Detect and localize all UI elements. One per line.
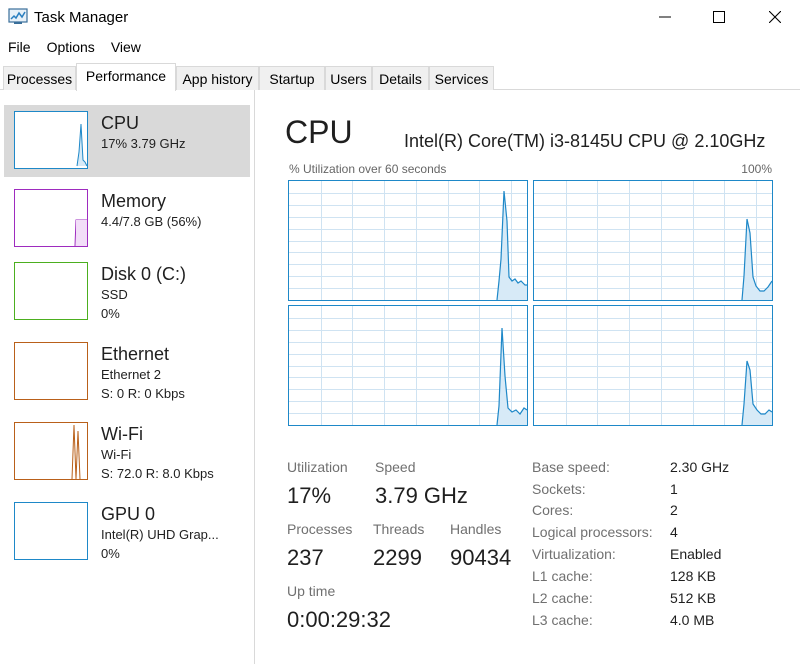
minimize-icon xyxy=(659,16,671,18)
memory-thumbnail-graph xyxy=(14,189,88,247)
menu-file[interactable]: File xyxy=(0,36,39,60)
utilization-value: 17% xyxy=(287,483,332,508)
tab-users[interactable]: Users xyxy=(325,66,372,90)
disk-thumbnail-graph xyxy=(14,262,88,320)
task-manager-icon xyxy=(8,8,28,26)
threads-value: 2299 xyxy=(373,545,422,570)
menu-view[interactable]: View xyxy=(103,36,149,60)
threads-label: Threads xyxy=(373,521,425,537)
spec-value-base-speed: 2.30 GHz xyxy=(670,459,730,475)
sidebar-item-throughput: S: 0 R: 0 Kbps xyxy=(101,386,185,401)
tab-bar: Processes Performance App history Startu… xyxy=(0,63,800,91)
spec-value-l3-cache: 4.0 MB xyxy=(670,612,715,628)
wifi-thumbnail-graph xyxy=(14,422,88,480)
core-graph xyxy=(288,305,528,426)
sidebar-item-ethernet[interactable]: Ethernet Ethernet 2 S: 0 R: 0 Kbps xyxy=(4,336,250,408)
spec-value-virtualization: Enabled xyxy=(670,546,722,562)
sidebar-item-detail: 17% 3.79 GHz xyxy=(101,136,186,151)
handles-value: 90434 xyxy=(450,545,512,570)
core-graph-plot xyxy=(534,181,773,301)
spec-value-cores: 2 xyxy=(670,502,678,518)
resource-sidebar: CPU 17% 3.79 GHz Memory 4.4/7.8 GB (56%)… xyxy=(0,90,255,664)
sidebar-item-detail: Ethernet 2 xyxy=(101,367,161,382)
sidebar-item-label: Memory xyxy=(101,191,167,211)
sidebar-item-detail: 4.4/7.8 GB (56%) xyxy=(101,214,202,229)
spec-value-l1-cache: 128 KB xyxy=(670,568,716,584)
tab-performance[interactable]: Performance xyxy=(76,63,176,91)
sidebar-item-detail: Wi-Fi xyxy=(101,447,132,462)
sidebar-item-usage: 0% xyxy=(101,306,120,321)
sidebar-item-label: GPU 0 xyxy=(101,504,156,524)
speed-label: Speed xyxy=(375,459,416,475)
ethernet-thumbnail-graph xyxy=(14,342,88,400)
window-title: Task Manager xyxy=(34,9,129,26)
cpu-detail-panel: CPU Intel(R) Core(TM) i3-8145U CPU @ 2.1… xyxy=(256,90,800,664)
spec-value-l2-cache: 512 KB xyxy=(670,590,716,606)
sidebar-item-label: Disk 0 (C:) xyxy=(101,264,186,284)
spec-label-sockets: Sockets: xyxy=(532,481,586,497)
tab-services[interactable]: Services xyxy=(429,66,494,90)
maximize-icon xyxy=(713,11,725,23)
processes-value: 237 xyxy=(287,545,324,570)
tab-details[interactable]: Details xyxy=(372,66,429,90)
cpu-model-name: Intel(R) Core(TM) i3-8145U CPU @ 2.10GHz xyxy=(404,131,766,151)
spec-label-base-speed: Base speed: xyxy=(532,459,610,475)
tab-processes[interactable]: Processes xyxy=(3,66,76,90)
core-graph xyxy=(533,180,773,301)
tab-app-history[interactable]: App history xyxy=(176,66,259,90)
spec-label-logical-processors: Logical processors: xyxy=(532,524,653,540)
sidebar-item-usage: 0% xyxy=(101,546,120,561)
close-button[interactable] xyxy=(750,0,800,34)
spec-label-l3-cache: L3 cache: xyxy=(532,612,593,628)
graph-max-label: 100% xyxy=(741,162,772,176)
sidebar-item-gpu[interactable]: GPU 0 Intel(R) UHD Grap... 0% xyxy=(4,496,250,568)
uptime-label: Up time xyxy=(287,583,336,599)
core-graph-plot xyxy=(289,306,528,426)
close-icon xyxy=(769,11,781,23)
spec-value-sockets: 1 xyxy=(670,481,678,497)
graph-caption: % Utilization over 60 seconds xyxy=(289,162,447,176)
title-bar: Task Manager xyxy=(0,0,800,34)
processes-label: Processes xyxy=(287,521,353,537)
speed-value: 3.79 GHz xyxy=(375,483,468,508)
menu-bar: File Options View xyxy=(0,36,149,60)
cpu-thumbnail-graph xyxy=(14,111,88,169)
uptime-value: 0:00:29:32 xyxy=(287,607,391,632)
sidebar-item-disk[interactable]: Disk 0 (C:) SSD 0% xyxy=(4,256,250,328)
spec-label-virtualization: Virtualization: xyxy=(532,546,616,562)
minimize-button[interactable] xyxy=(640,0,690,34)
sidebar-item-memory[interactable]: Memory 4.4/7.8 GB (56%) xyxy=(4,183,250,255)
spec-label-l2-cache: L2 cache: xyxy=(532,590,593,606)
spec-value-logical-processors: 4 xyxy=(670,524,678,540)
page-title: CPU xyxy=(285,114,353,150)
sidebar-item-cpu[interactable]: CPU 17% 3.79 GHz xyxy=(4,105,250,177)
maximize-button[interactable] xyxy=(694,0,744,34)
core-graph xyxy=(533,305,773,426)
cpu-utilization-graphs xyxy=(288,180,773,426)
sidebar-item-throughput: S: 72.0 R: 8.0 Kbps xyxy=(101,466,214,481)
sidebar-item-label: CPU xyxy=(101,113,140,133)
handles-label: Handles xyxy=(450,521,502,537)
tab-startup[interactable]: Startup xyxy=(259,66,325,90)
spec-label-l1-cache: L1 cache: xyxy=(532,568,593,584)
sidebar-item-wifi[interactable]: Wi-Fi Wi-Fi S: 72.0 R: 8.0 Kbps xyxy=(4,416,250,488)
sidebar-item-label: Ethernet xyxy=(101,344,170,364)
core-graph xyxy=(288,180,528,301)
utilization-label: Utilization xyxy=(287,459,348,475)
core-graph-plot xyxy=(534,306,773,426)
sidebar-item-label: Wi-Fi xyxy=(101,424,143,444)
core-graph-plot xyxy=(289,181,527,301)
spec-label-cores: Cores: xyxy=(532,502,574,518)
menu-options[interactable]: Options xyxy=(39,36,103,60)
sidebar-item-detail: Intel(R) UHD Grap... xyxy=(101,527,219,542)
sidebar-item-detail: SSD xyxy=(101,287,128,302)
gpu-thumbnail-graph xyxy=(14,502,88,560)
